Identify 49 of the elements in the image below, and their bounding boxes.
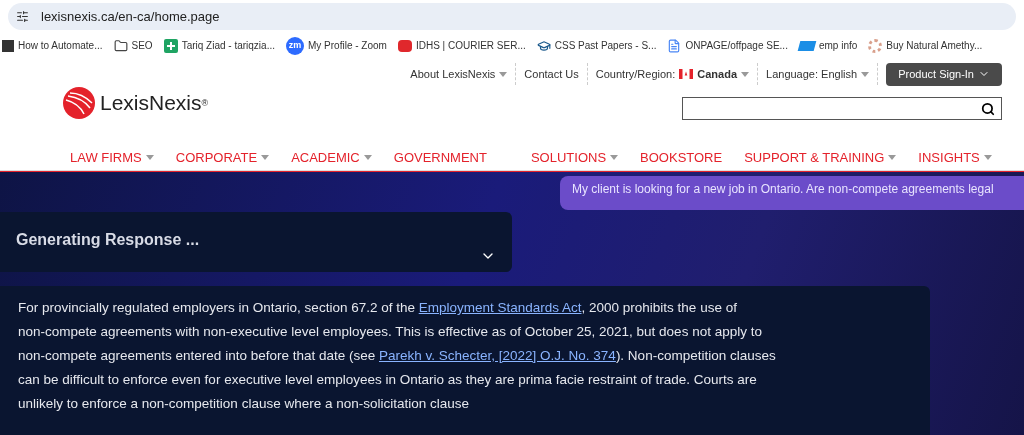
graduation-cap-icon	[536, 38, 551, 53]
bookmark[interactable]: Tariq Ziad - tariqzia...	[163, 38, 275, 53]
plus-icon	[163, 38, 178, 53]
caret-icon	[261, 154, 270, 160]
logo-text: LexisNexis$^{®}$	[100, 90, 209, 117]
bookmark[interactable]: Buy Natural Amethy...	[868, 38, 983, 53]
caret-icon	[499, 71, 508, 77]
nav-menu-item[interactable]: GOVERNMENT	[393, 147, 487, 167]
caret-icon	[888, 154, 897, 160]
nav-menu-item[interactable]: SUPPORT & TRAINING	[744, 147, 897, 167]
link[interactable]: Parekh v. Schecter, [2022] O.J. No. 374	[379, 348, 616, 363]
nav-menu-item[interactable]: ACADEMIC	[291, 147, 372, 167]
url-text: lexisnexis.ca/en-ca/home.page	[41, 7, 220, 26]
flag-icon	[679, 69, 694, 79]
address-bar[interactable]: lexisnexis.ca/en-ca/home.page	[8, 3, 1016, 30]
utility-link[interactable]: Language: English	[758, 63, 879, 85]
bookmark[interactable]: CSS Past Papers - S...	[536, 38, 657, 53]
bookmark[interactable]: ONPAGE/offpage SE...	[667, 38, 788, 53]
caret-icon	[610, 154, 619, 160]
utility-link[interactable]: About LexisNexis	[402, 63, 517, 85]
utility-link[interactable]: Country/Region: Canada	[587, 63, 759, 85]
nav-menu-item[interactable]: CORPORATE	[175, 147, 270, 167]
caret-icon	[983, 154, 992, 160]
search-field[interactable]	[682, 97, 1002, 120]
site-settings-icon[interactable]	[16, 10, 29, 23]
bookmark[interactable]: How to Automate...	[2, 38, 103, 53]
search-icon[interactable]	[981, 101, 995, 116]
bookmark[interactable]: IDHS | COURIER SER...	[397, 38, 526, 53]
page-icon	[2, 39, 14, 52]
document-icon	[667, 38, 682, 53]
bookmark[interactable]: emp info	[798, 38, 858, 53]
caret-icon	[741, 71, 750, 77]
caret-icon	[145, 154, 154, 160]
answer-paragraph: For provincially regulated employers in Ontario, section 67.2 of the Employment Standards Act, 2000 prohibits the use of non-compete agreements with non-executive level employees. This is effective as of October 25, 2021, but does not apply to non-compete agreements entered into before that date (see Parekh v. Schecter, [2022] O.J. No. 374). Non-competition clauses can be difficult to enforce even for executive level employees in Ontario as they are prima facie restraint of trade. Courts are unlikely to enforce a non-competition clause where a non-solicitation clause	[18, 299, 777, 413]
link[interactable]: Employment Standards Act	[418, 300, 582, 315]
status-text: Generating Response ...	[16, 230, 200, 250]
product-sign-in-button[interactable]: Product Sign-In	[886, 62, 1002, 86]
nav-menu-item[interactable]: INSIGHTS	[918, 147, 992, 167]
caret-icon	[861, 71, 870, 77]
nav-menu-item[interactable]: LAW FIRMS	[70, 147, 154, 167]
utility-link[interactable]: Contact Us	[516, 63, 588, 85]
nav-menu-item[interactable]: SOLUTIONS	[530, 147, 619, 167]
bookmark[interactable]: SEO	[113, 38, 153, 53]
question-bubble: My client is looking for a new job in Ontario. Are non-compete agreements legal	[560, 176, 1024, 210]
nav-menu-item[interactable]: BOOKSTORE	[640, 147, 723, 167]
caret-icon	[363, 154, 372, 160]
bookmark[interactable]: zm My Profile - Zoom	[286, 36, 387, 55]
folder-icon	[113, 38, 128, 53]
zoom-icon: zm	[286, 36, 304, 55]
